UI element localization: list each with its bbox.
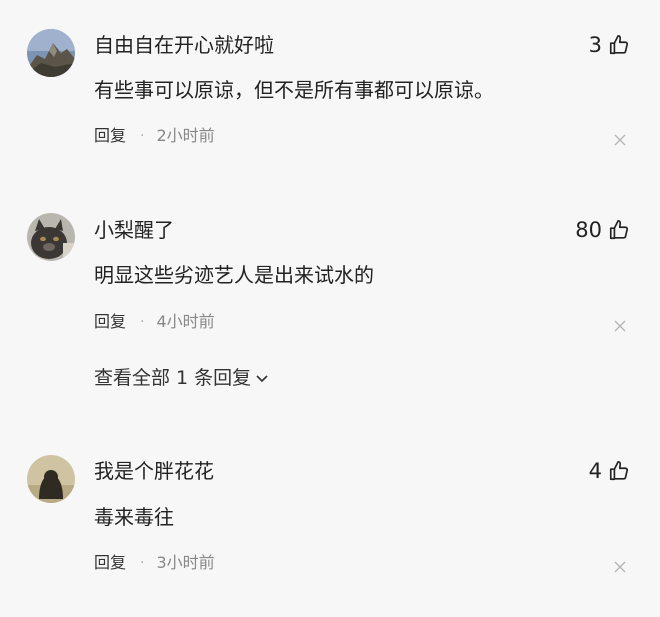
reply-button[interactable]: 回复	[94, 552, 126, 574]
avatar-cat-image	[27, 213, 75, 261]
meta-separator: ·	[140, 555, 145, 571]
close-icon[interactable]	[614, 561, 626, 573]
like-button[interactable]: 4	[589, 458, 630, 484]
avatar[interactable]	[27, 213, 75, 261]
timestamp: 2小时前	[156, 126, 215, 145]
like-button[interactable]: 3	[589, 32, 630, 58]
avatar[interactable]	[27, 455, 75, 503]
avatar[interactable]	[27, 29, 75, 77]
reply-button[interactable]: 回复	[94, 311, 126, 333]
thumbs-up-icon	[609, 35, 629, 55]
meta-separator: ·	[140, 314, 145, 330]
close-icon[interactable]	[614, 320, 626, 332]
like-count: 3	[588, 33, 602, 57]
comment-text: 有些事可以原谅，但不是所有事都可以原谅。	[94, 78, 494, 102]
close-icon[interactable]	[614, 134, 626, 146]
timestamp: 4小时前	[156, 312, 215, 331]
meta-separator: ·	[140, 128, 145, 144]
username[interactable]: 我是个胖花花	[94, 458, 214, 484]
timestamp: 3小时前	[156, 553, 215, 572]
comment-meta: 回复 · 4小时前	[94, 311, 215, 333]
view-all-replies-link[interactable]: 查看全部 1 条回复	[94, 365, 269, 391]
like-count: 80	[575, 218, 602, 242]
view-all-replies-label: 查看全部 1 条回复	[94, 367, 252, 389]
avatar-mountain-image	[27, 29, 75, 77]
thumbs-up-icon	[609, 220, 629, 240]
reply-button[interactable]: 回复	[94, 125, 126, 147]
comment-meta: 回复 · 3小时前	[94, 552, 215, 574]
chevron-down-icon	[256, 375, 268, 383]
comment-meta: 回复 · 2小时前	[94, 125, 215, 147]
like-count: 4	[588, 459, 602, 483]
comment-text: 毒来毒往	[94, 505, 174, 529]
username[interactable]: 自由自在开心就好啦	[94, 32, 274, 58]
comment-text: 明显这些劣迹艺人是出来试水的	[94, 263, 374, 287]
avatar-figure-image	[27, 455, 75, 503]
like-button[interactable]: 80	[575, 217, 630, 243]
thumbs-up-icon	[609, 461, 629, 481]
username[interactable]: 小梨醒了	[94, 217, 174, 243]
